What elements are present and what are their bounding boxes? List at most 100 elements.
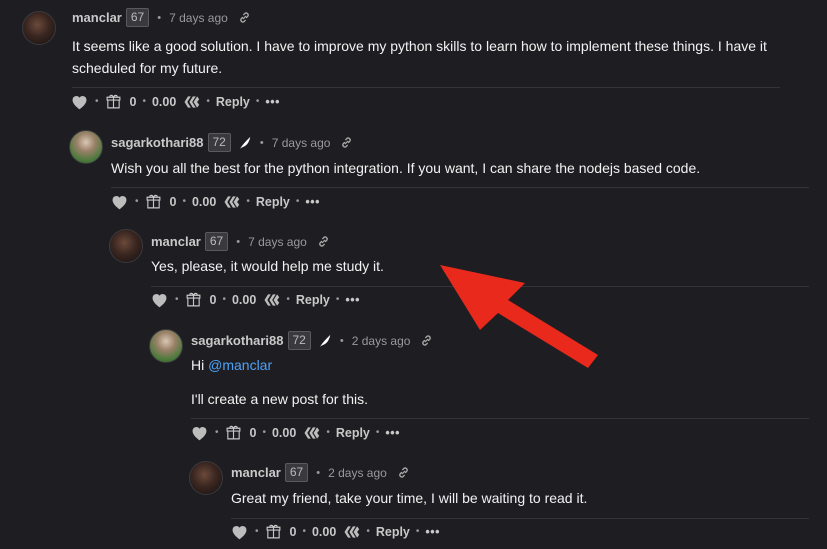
- payout-value[interactable]: 0.00: [192, 195, 216, 209]
- vote-count: 0: [289, 524, 297, 539]
- separator-dot: •: [366, 526, 370, 537]
- separator-dot: •: [157, 11, 162, 24]
- vote-count: 0: [209, 292, 217, 307]
- comment-header: manclar 67 • 7 days ago: [151, 232, 330, 251]
- gift-icon[interactable]: [265, 523, 282, 540]
- comment-1: sagarkothari88 72 • 7 days ago Wish you …: [69, 121, 809, 221]
- reply-button[interactable]: Reply: [216, 95, 250, 109]
- separator-dot: •: [302, 526, 306, 537]
- avatar[interactable]: [189, 461, 223, 495]
- heart-icon[interactable]: [150, 291, 169, 308]
- annotation-arrow: [440, 265, 598, 368]
- heart-icon[interactable]: [230, 523, 249, 540]
- heart-icon[interactable]: [110, 193, 129, 210]
- comment-header: sagarkothari88 72 • 7 days ago: [111, 133, 353, 152]
- reply-button[interactable]: Reply: [376, 525, 410, 539]
- comment-actions: • 0 • 0.00 • Reply • •••: [230, 523, 440, 540]
- vote-count: 0: [169, 194, 177, 209]
- author-name[interactable]: sagarkothari88: [191, 333, 284, 348]
- separator-dot: •: [335, 294, 340, 305]
- reputation-badge: 67: [204, 232, 229, 251]
- payout-value[interactable]: 0.00: [272, 426, 296, 440]
- more-options-button[interactable]: •••: [305, 195, 320, 209]
- comment-body: Great my friend, take your time, I will …: [231, 490, 588, 506]
- separator-dot: •: [222, 294, 226, 305]
- divider: [231, 518, 809, 519]
- separator-dot: •: [215, 427, 219, 438]
- more-options-button[interactable]: •••: [265, 95, 280, 109]
- separator-dot: •: [255, 526, 259, 537]
- author-name[interactable]: manclar: [231, 465, 281, 480]
- link-icon[interactable]: [340, 136, 353, 149]
- author-name[interactable]: sagarkothari88: [111, 135, 204, 150]
- avatar[interactable]: [149, 329, 183, 363]
- comment-body: I'll create a new post for this.: [191, 391, 368, 407]
- gift-icon[interactable]: [225, 424, 242, 441]
- separator-dot: •: [326, 427, 330, 438]
- hive-icon: [344, 525, 360, 538]
- feather-icon: [239, 136, 251, 149]
- hive-icon: [264, 293, 280, 306]
- divider: [191, 418, 809, 419]
- timestamp[interactable]: 7 days ago: [272, 136, 331, 150]
- reputation-badge: 67: [125, 8, 150, 27]
- comment-actions: • 0 • 0.00 • Reply • •••: [110, 193, 320, 210]
- link-icon[interactable]: [238, 11, 251, 24]
- more-options-button[interactable]: •••: [385, 426, 400, 440]
- vote-count: 0: [249, 425, 257, 440]
- separator-dot: •: [206, 96, 210, 107]
- comment-body: Wish you all the best for the python int…: [111, 160, 701, 176]
- separator-dot: •: [262, 427, 266, 438]
- separator-dot: •: [295, 196, 300, 207]
- reputation-badge: 72: [287, 331, 311, 350]
- author-name[interactable]: manclar: [151, 234, 201, 249]
- gift-icon[interactable]: [145, 193, 162, 210]
- vote-count: 0: [129, 94, 137, 109]
- link-icon[interactable]: [397, 466, 410, 479]
- reply-button[interactable]: Reply: [296, 293, 330, 307]
- avatar[interactable]: [109, 229, 143, 263]
- separator-dot: •: [415, 526, 420, 537]
- payout-value[interactable]: 0.00: [232, 293, 256, 307]
- timestamp[interactable]: 2 days ago: [328, 466, 387, 480]
- comment-body: It seems like a good solution. I have to…: [72, 38, 767, 76]
- comment-0: manclar 67 • 7 days ago It seems like a …: [22, 0, 812, 120]
- separator-dot: •: [142, 96, 146, 107]
- gift-icon[interactable]: [185, 291, 202, 308]
- hive-icon: [224, 195, 240, 208]
- separator-dot: •: [339, 334, 344, 347]
- divider: [111, 187, 809, 188]
- reply-button[interactable]: Reply: [256, 195, 290, 209]
- comment-header: manclar 67 • 7 days ago: [72, 8, 251, 27]
- payout-value[interactable]: 0.00: [312, 525, 336, 539]
- avatar[interactable]: [69, 130, 103, 164]
- link-icon[interactable]: [317, 235, 330, 248]
- separator-dot: •: [95, 96, 99, 107]
- separator-dot: •: [259, 136, 264, 149]
- more-options-button[interactable]: •••: [425, 525, 440, 539]
- separator-dot: •: [246, 196, 250, 207]
- separator-dot: •: [135, 196, 139, 207]
- reply-button[interactable]: Reply: [336, 426, 370, 440]
- hive-icon: [304, 426, 320, 439]
- comment-actions: • 0 • 0.00 • Reply • •••: [150, 291, 360, 308]
- timestamp[interactable]: 2 days ago: [352, 334, 411, 348]
- mention-link[interactable]: @manclar: [208, 357, 272, 373]
- avatar[interactable]: [22, 11, 56, 45]
- separator-dot: •: [175, 294, 179, 305]
- separator-dot: •: [286, 294, 290, 305]
- greeting-text: Hi: [191, 357, 205, 373]
- payout-value[interactable]: 0.00: [152, 95, 176, 109]
- heart-icon[interactable]: [70, 93, 89, 110]
- heart-icon[interactable]: [190, 424, 209, 441]
- reputation-badge: 72: [207, 133, 231, 152]
- timestamp[interactable]: 7 days ago: [248, 235, 307, 249]
- gift-icon[interactable]: [105, 93, 122, 110]
- separator-dot: •: [182, 196, 186, 207]
- separator-dot: •: [255, 96, 260, 107]
- more-options-button[interactable]: •••: [345, 293, 360, 307]
- timestamp[interactable]: 7 days ago: [169, 11, 228, 25]
- divider: [72, 87, 780, 88]
- author-name[interactable]: manclar: [72, 10, 122, 25]
- comment-4: manclar 67 • 2 days ago Great my friend,…: [189, 453, 809, 549]
